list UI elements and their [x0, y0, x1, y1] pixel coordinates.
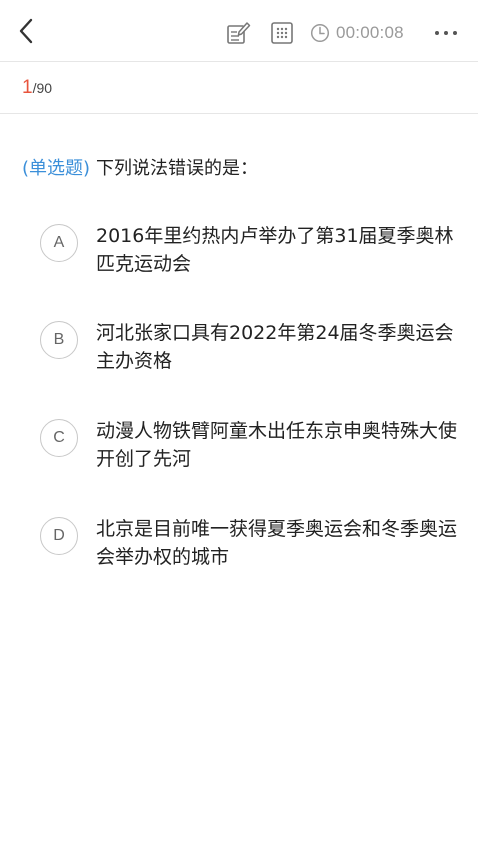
option-text: 2016年里约热内卢举办了第31届夏季奥林匹克运动会 — [96, 225, 454, 275]
timer-text: 00:00:08 — [336, 23, 404, 42]
top-bar: 00:00:08 — [0, 0, 478, 62]
option-letter-badge: C — [40, 419, 78, 457]
option-c[interactable]: C 动漫人物铁臂阿童木出任东京申奥特殊大使开创了先河 — [40, 417, 460, 497]
option-a[interactable]: A 2016年里约热内卢举办了第31届夏季奥林匹克运动会 — [40, 222, 460, 302]
option-letter-badge: A — [40, 224, 78, 262]
timer: 00:00:08 — [310, 20, 404, 46]
option-text: 动漫人物铁臂阿童木出任东京申奥特殊大使开创了先河 — [96, 420, 458, 470]
answer-card-grid-icon — [271, 22, 293, 44]
edit-note-icon — [227, 22, 251, 44]
progress-current: 1 — [22, 77, 33, 98]
progress-counter: 1/90 — [22, 78, 52, 99]
option-letter-badge: D — [40, 517, 78, 555]
answer-card-button[interactable] — [270, 21, 294, 45]
option-b[interactable]: B 河北张家口具有2022年第24届冬季奥运会主办资格 — [40, 319, 460, 399]
question-stem: (单选题) 下列说法错误的是： — [22, 156, 458, 182]
progress-total: 90 — [36, 80, 53, 96]
question-type-label: (单选题) — [22, 158, 91, 179]
clock-icon — [310, 23, 330, 43]
option-text: 河北张家口具有2022年第24届冬季奥运会主办资格 — [96, 322, 454, 372]
edit-note-button[interactable] — [225, 20, 251, 46]
more-dots-icon — [435, 31, 457, 35]
chevron-left-icon — [19, 18, 33, 44]
more-button[interactable] — [432, 20, 460, 46]
option-text: 北京是目前唯一获得夏季奥运会和冬季奥运会举办权的城市 — [96, 518, 458, 568]
option-letter-badge: B — [40, 321, 78, 359]
option-d[interactable]: D 北京是目前唯一获得夏季奥运会和冬季奥运会举办权的城市 — [40, 515, 460, 595]
question-progress: 1/90 — [0, 62, 478, 114]
question-text: 下列说法错误的是： — [96, 158, 259, 179]
back-button[interactable] — [12, 16, 40, 46]
